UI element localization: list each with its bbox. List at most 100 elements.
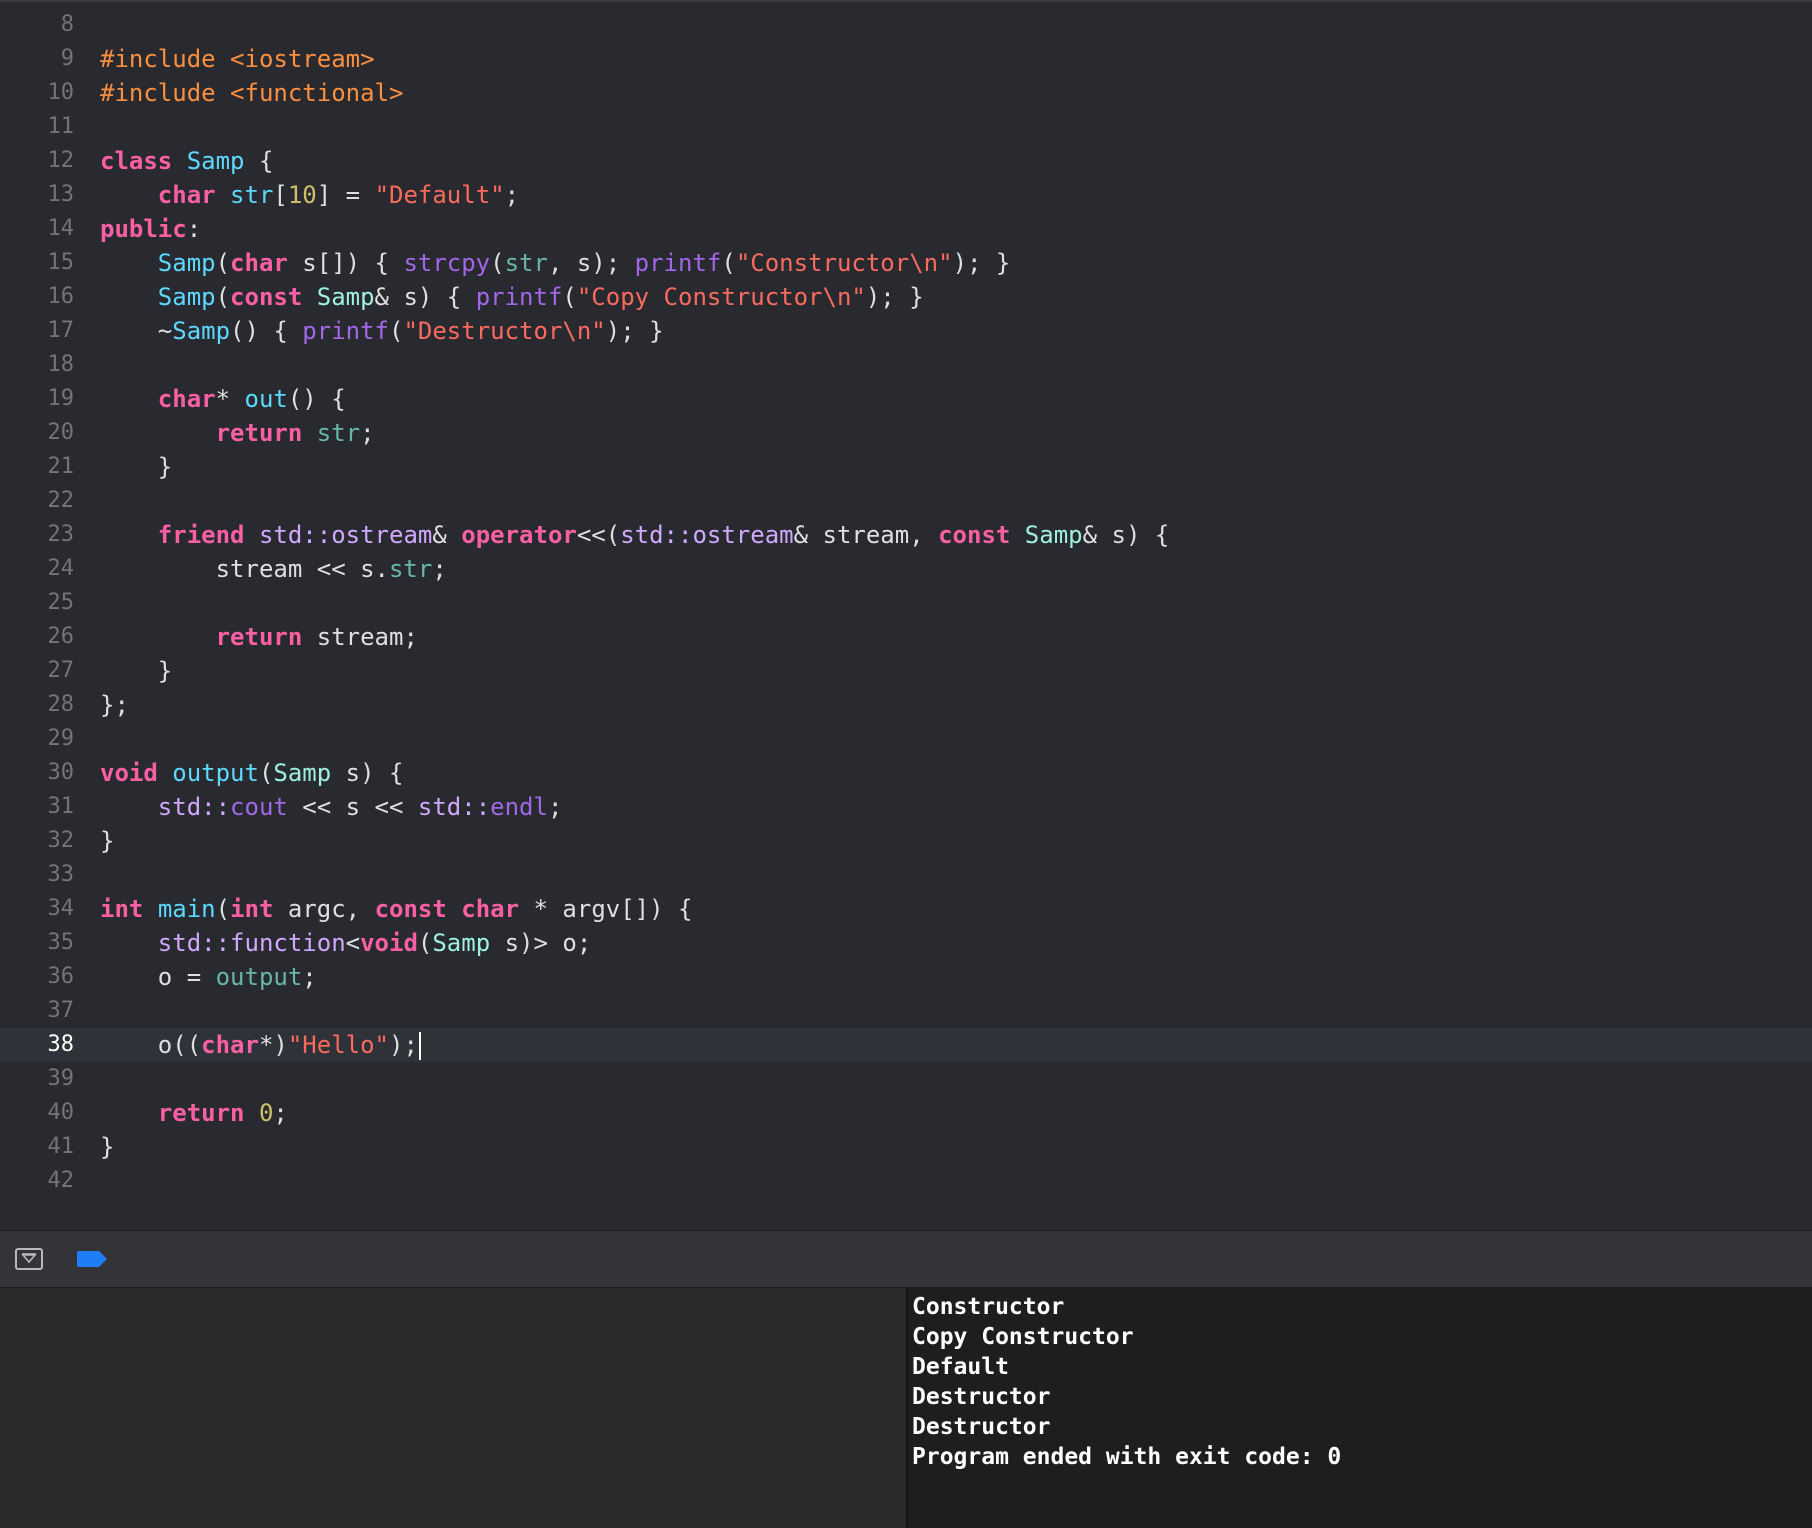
breakpoints-toggle-button[interactable] (77, 1249, 109, 1273)
code-token: 0 (258, 1099, 274, 1127)
line-number[interactable]: 15 (0, 246, 75, 280)
line-number[interactable]: 29 (0, 722, 75, 756)
line-number[interactable]: 17 (0, 314, 75, 348)
line-number[interactable]: 18 (0, 348, 75, 382)
code-token: stream << s. (100, 555, 389, 583)
code-line[interactable]: 12 class Samp { (0, 144, 1812, 178)
line-number[interactable]: 41 (0, 1130, 75, 1164)
line-number[interactable]: 39 (0, 1062, 75, 1096)
line-number[interactable]: 13 (0, 178, 75, 212)
line-number[interactable]: 30 (0, 756, 75, 790)
code-token: stream; (302, 623, 418, 651)
line-number[interactable]: 42 (0, 1164, 75, 1198)
line-number[interactable]: 20 (0, 416, 75, 450)
variables-view (0, 1288, 906, 1528)
code-line[interactable]: 28}; (0, 688, 1812, 722)
console-view[interactable]: Constructor Copy Constructor Default Destru… (908, 1288, 1812, 1528)
line-number[interactable]: 38 (0, 1028, 75, 1062)
code-token: str (230, 181, 274, 209)
code-line[interactable]: 30 void output(Samp s) { (0, 756, 1812, 790)
line-number[interactable]: 32 (0, 824, 75, 858)
code-token: } (100, 657, 173, 685)
line-number[interactable]: 8 (0, 8, 74, 42)
line-number[interactable]: 40 (0, 1096, 75, 1130)
line-number[interactable]: 25 (0, 586, 75, 620)
line-number[interactable]: 16 (0, 280, 75, 314)
line-number[interactable]: 27 (0, 654, 75, 688)
code-line[interactable]: 14 public: (0, 212, 1812, 246)
line-number[interactable]: 33 (0, 858, 75, 892)
line-number[interactable]: 14 (0, 212, 75, 246)
line-number[interactable]: 19 (0, 382, 75, 416)
code-line[interactable]: 25 (0, 586, 1812, 620)
code-line[interactable]: 26 return stream; (0, 620, 1812, 654)
code-line[interactable]: 37 (0, 994, 1812, 1028)
line-number[interactable]: 37 (0, 994, 75, 1028)
code-token: [ (273, 181, 288, 209)
code-line[interactable]: 19 char* out() { (0, 382, 1812, 416)
line-number[interactable]: 11 (0, 110, 75, 144)
code-line[interactable]: 41} (0, 1130, 1812, 1164)
code-editor[interactable]: 8 9 #include <iostream> 10 #include <functio… (0, 0, 1812, 1230)
code-token: ; (360, 419, 375, 447)
code-text: std::function<void(Samp s)> o; (100, 926, 592, 960)
code-line[interactable]: 42 (0, 1164, 1812, 1198)
code-line[interactable]: 27 } (0, 654, 1812, 688)
code-line[interactable]: 29 (0, 722, 1812, 756)
line-number[interactable]: 26 (0, 620, 75, 654)
line-number[interactable]: 31 (0, 790, 75, 824)
line-number[interactable]: 34 (0, 892, 75, 926)
line-number[interactable]: 36 (0, 960, 75, 994)
code-token: printf (302, 317, 389, 345)
line-number[interactable]: 10 (0, 76, 75, 110)
code-token: output (172, 759, 259, 787)
code-text: char str[10] = "Default"; (100, 178, 519, 212)
code-line[interactable]: 40 return 0; (0, 1096, 1812, 1130)
code-line[interactable]: 39 (0, 1062, 1812, 1096)
line-number[interactable]: 12 (0, 144, 75, 178)
line-number[interactable]: 28 (0, 688, 75, 722)
line-number[interactable]: 21 (0, 450, 75, 484)
code-token: output (215, 963, 303, 991)
code-text: return str; (100, 416, 375, 450)
code-line[interactable]: 24 stream << s.str; (0, 552, 1812, 586)
code-line[interactable]: 10 #include <functional> (0, 76, 1812, 110)
code-line[interactable]: 15 Samp(char s[]) { strcpy(str, s); prin… (0, 246, 1812, 280)
code-line[interactable]: 20 return str; (0, 416, 1812, 450)
code-line[interactable]: 22 (0, 484, 1812, 518)
code-token: s) { (331, 759, 404, 787)
hide-debug-area-button[interactable] (15, 1248, 43, 1270)
line-number[interactable]: 22 (0, 484, 75, 518)
code-line[interactable]: 33 (0, 858, 1812, 892)
code-text: Samp(const Samp& s) { printf("Copy Const… (100, 280, 924, 314)
code-line[interactable]: 9 #include <iostream> (0, 42, 1812, 76)
code-line[interactable]: 34 int main(int argc, const char * argv[]… (0, 892, 1812, 926)
code-line[interactable]: 11 (0, 110, 1812, 144)
line-number[interactable]: 23 (0, 518, 75, 552)
code-line[interactable]: 35 std::function<void(Samp s)> o; (0, 926, 1812, 960)
code-line[interactable]: 38 o((char*)"Hello"); (0, 1028, 1812, 1062)
code-token: , s); (547, 249, 635, 277)
code-line[interactable]: 32} (0, 824, 1812, 858)
line-number[interactable]: 35 (0, 926, 75, 960)
code-token: }; (100, 691, 129, 719)
code-token: "Hello" (287, 1031, 390, 1059)
code-line[interactable]: 23 friend std::ostream& operator<<(std::… (0, 518, 1812, 552)
code-line[interactable]: 16 Samp(const Samp& s) { printf("Copy Co… (0, 280, 1812, 314)
console-line: Default (912, 1354, 1009, 1380)
code-line[interactable]: 21 } (0, 450, 1812, 484)
code-token: { (244, 147, 274, 175)
code-token: < (345, 929, 361, 957)
line-number[interactable]: 24 (0, 552, 75, 586)
code-line[interactable]: 17 ~Samp() { printf("Destructor\n"); } (0, 314, 1812, 348)
code-line[interactable]: 8 (0, 8, 1812, 42)
code-line[interactable]: 31 std::cout << s << std::endl; (0, 790, 1812, 824)
code-token: ] = (316, 181, 375, 209)
code-line[interactable]: 13 char str[10] = "Default"; (0, 178, 1812, 212)
code-line[interactable]: 36 o = output; (0, 960, 1812, 994)
line-number[interactable]: 9 (0, 42, 74, 76)
code-token: "Constructor\n" (735, 249, 953, 277)
code-line[interactable]: 18 (0, 348, 1812, 382)
